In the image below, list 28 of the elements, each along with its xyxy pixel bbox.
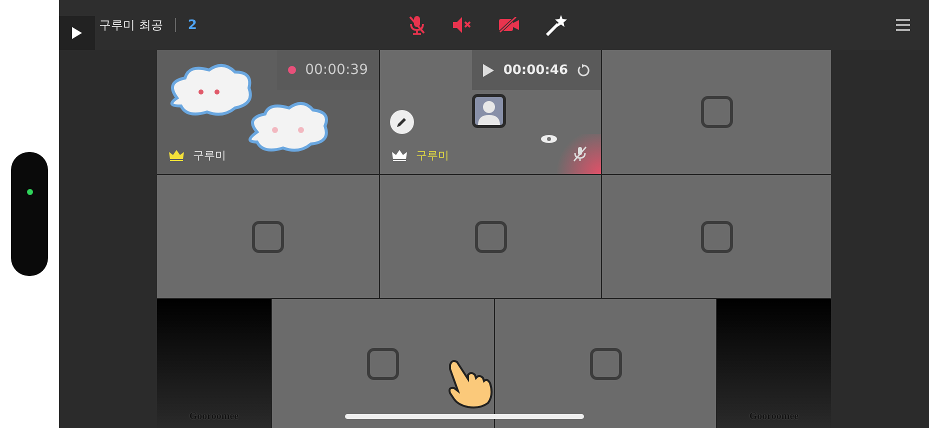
avatar-icon bbox=[472, 94, 506, 128]
status-dot bbox=[26, 189, 32, 195]
pencil-icon bbox=[396, 116, 408, 128]
placeholder-icon bbox=[367, 348, 399, 380]
room-title: 구루미 최공 bbox=[99, 16, 163, 34]
participant-name: 구루미 bbox=[416, 148, 449, 163]
eye-icon bbox=[540, 134, 558, 144]
placeholder-icon bbox=[700, 96, 732, 128]
timer: 00:00:46 bbox=[503, 62, 568, 78]
pencil-button[interactable] bbox=[390, 110, 414, 134]
crown-icon bbox=[392, 150, 407, 161]
placeholder-icon bbox=[700, 220, 732, 252]
play-button[interactable] bbox=[59, 16, 95, 50]
speaker-muted-icon[interactable] bbox=[452, 16, 472, 34]
microphone-muted-icon[interactable] bbox=[408, 15, 426, 35]
play-icon[interactable] bbox=[483, 64, 494, 76]
play-icon bbox=[71, 26, 83, 40]
timer: 00:00:39 bbox=[305, 62, 368, 78]
camera-off-icon[interactable] bbox=[498, 17, 520, 33]
placeholder-icon bbox=[252, 220, 284, 252]
menu-icon[interactable] bbox=[895, 18, 911, 32]
participant-name: 구루미 bbox=[193, 148, 226, 163]
magic-wand-icon[interactable] bbox=[546, 14, 568, 36]
replay-icon[interactable] bbox=[577, 64, 590, 76]
participant-count: 2 bbox=[188, 18, 197, 32]
placeholder-icon bbox=[590, 348, 622, 380]
placeholder-icon bbox=[474, 220, 506, 252]
crown-icon bbox=[169, 150, 184, 161]
